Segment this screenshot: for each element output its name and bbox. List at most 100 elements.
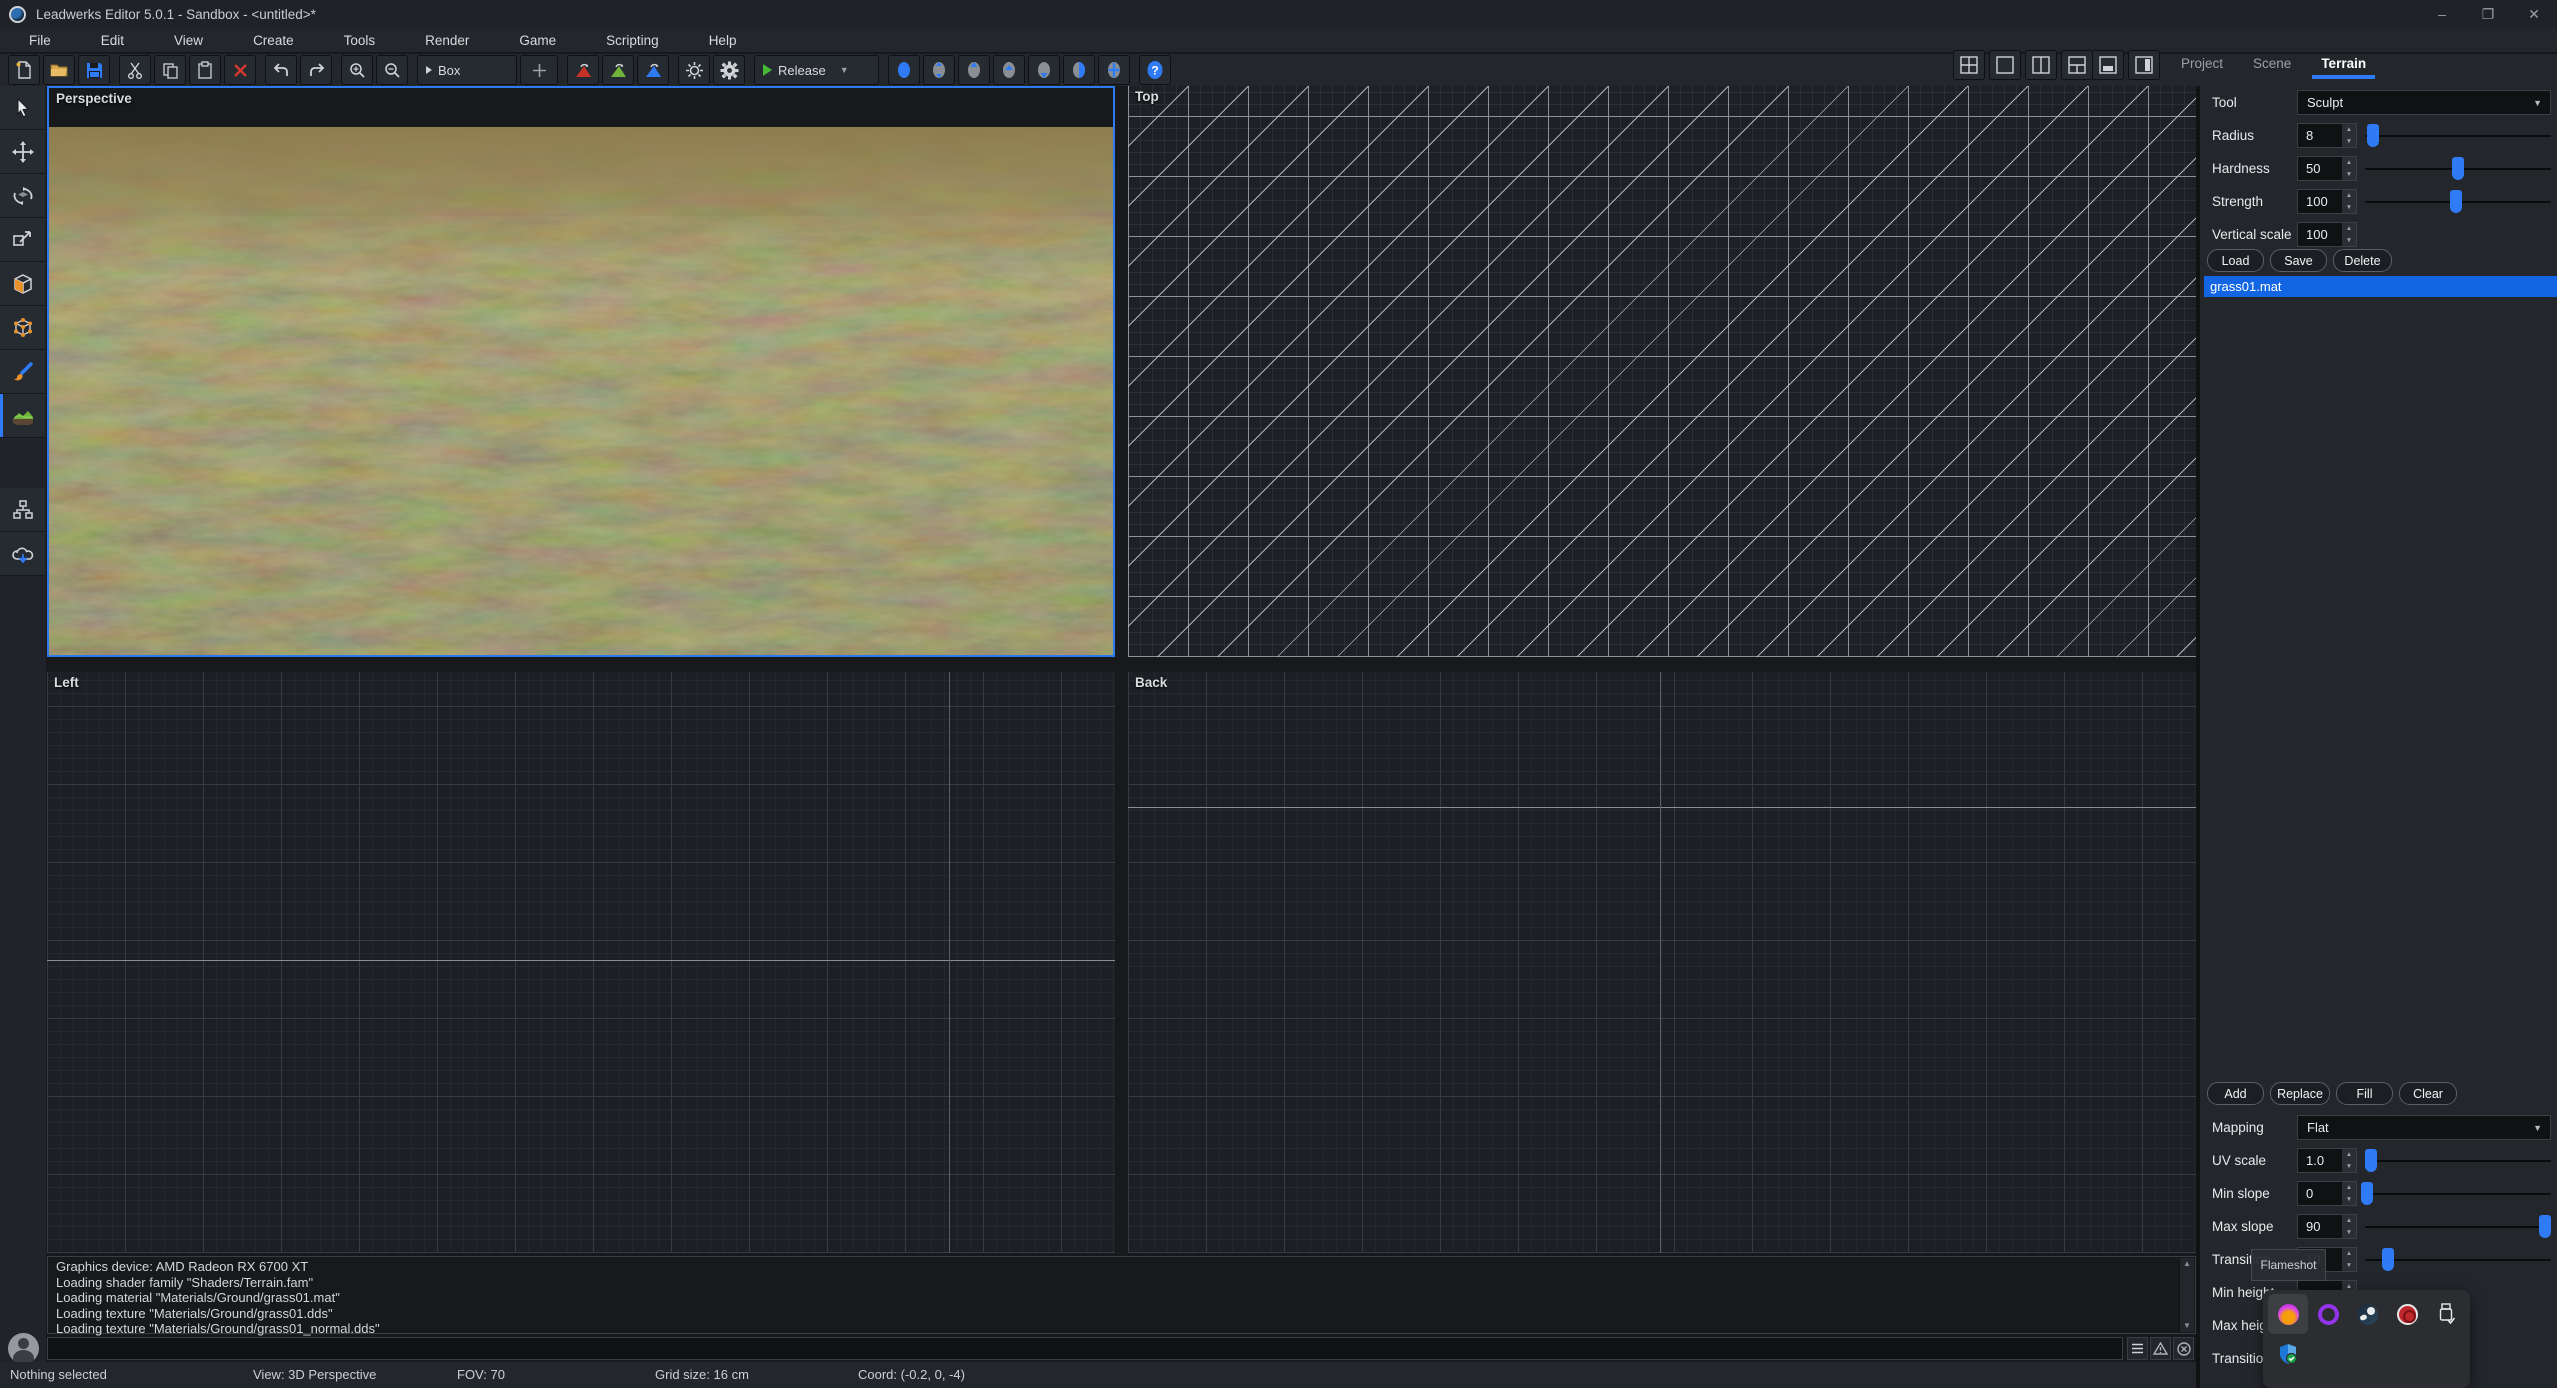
max-slope-spinner[interactable]: 90 ▲▼ (2297, 1214, 2357, 1239)
amd-tray-icon[interactable] (2387, 1294, 2427, 1334)
warnings-icon[interactable] (2150, 1337, 2171, 1360)
delete-button[interactable]: Delete (2333, 249, 2392, 272)
menu-edit[interactable]: Edit (76, 30, 149, 51)
layout-single-icon[interactable] (1989, 50, 2021, 80)
add-button[interactable]: Add (2207, 1082, 2264, 1105)
scroll-up-icon[interactable]: ▲ (2180, 1258, 2194, 1270)
purple-ring-tray-icon[interactable] (2308, 1294, 2348, 1334)
spinner-arrows[interactable]: ▲▼ (2342, 223, 2356, 246)
gizmo-sphere-up-icon[interactable] (958, 55, 990, 85)
gizmo-sphere-half-icon[interactable] (1063, 55, 1095, 85)
translate-gizmo-green-icon[interactable] (602, 55, 634, 85)
layout-quad-icon[interactable] (1953, 50, 1985, 80)
fill-button[interactable]: Fill (2336, 1082, 2393, 1105)
viewport-top[interactable]: Top (1128, 86, 2196, 657)
gizmo-sphere-updown-icon[interactable] (923, 55, 955, 85)
spinner-arrows[interactable]: ▲▼ (2342, 1149, 2356, 1172)
add-primitive-icon[interactable] (520, 55, 558, 85)
spinner-arrows[interactable]: ▲▼ (2342, 1182, 2356, 1205)
radius-spinner[interactable]: 8 ▲▼ (2297, 123, 2357, 148)
menu-file[interactable]: File (4, 30, 76, 51)
strength-spinner[interactable]: 100 ▲▼ (2297, 189, 2357, 214)
transition-slider[interactable] (2363, 1247, 2553, 1272)
viewport-perspective[interactable]: Perspective (47, 86, 1115, 657)
spinner-arrows[interactable]: ▲▼ (2342, 157, 2356, 180)
menu-view[interactable]: View (149, 30, 228, 51)
new-file-icon[interactable] (8, 55, 40, 85)
spinner-arrows[interactable]: ▲▼ (2342, 1215, 2356, 1238)
spinner-arrows[interactable]: ▲▼ (2342, 124, 2356, 147)
settings-gear-icon[interactable] (713, 55, 745, 85)
gizmo-sphere-icon[interactable] (888, 55, 920, 85)
min-slope-slider[interactable] (2363, 1181, 2553, 1206)
run-release-dropdown[interactable]: Release ▼ (754, 55, 879, 85)
steam-tray-icon[interactable] (2347, 1294, 2387, 1334)
scale-tool-icon[interactable] (0, 218, 45, 262)
cut-icon[interactable] (119, 55, 151, 85)
delete-icon[interactable] (224, 55, 256, 85)
max-slope-slider[interactable] (2363, 1214, 2553, 1239)
minimize-icon[interactable]: – (2419, 0, 2465, 28)
rotate-tool-icon[interactable] (0, 174, 45, 218)
menu-create[interactable]: Create (228, 30, 319, 51)
terrain-tool-icon[interactable] (0, 394, 45, 438)
restore-icon[interactable]: ❐ (2465, 0, 2511, 28)
mapping-dropdown[interactable]: Flat ▼ (2297, 1115, 2551, 1140)
undo-icon[interactable] (265, 55, 297, 85)
paste-icon[interactable] (189, 55, 221, 85)
viewport-back[interactable]: Back (1128, 672, 2196, 1253)
hierarchy-tool-icon[interactable] (0, 488, 45, 532)
vertical-scale-spinner[interactable]: 100 ▲▼ (2297, 222, 2357, 247)
open-file-icon[interactable] (43, 55, 75, 85)
console-log[interactable]: Graphics device: AMD Radeon RX 6700 XT L… (47, 1256, 2196, 1334)
slider-thumb[interactable] (2450, 190, 2462, 213)
menu-tools[interactable]: Tools (319, 30, 401, 51)
save-button[interactable]: Save (2270, 249, 2327, 272)
vertex-select-tool-icon[interactable] (0, 306, 45, 350)
console-scrollbar[interactable]: ▲ ▼ (2179, 1258, 2194, 1332)
slider-thumb[interactable] (2452, 157, 2464, 180)
layout-two-icon[interactable] (2025, 50, 2057, 80)
toggle-bottom-panel-icon[interactable] (2092, 50, 2124, 80)
layout-three-icon[interactable] (2061, 50, 2093, 80)
hardness-slider[interactable] (2363, 156, 2553, 181)
close-icon[interactable]: ✕ (2511, 0, 2557, 28)
radius-slider[interactable] (2363, 123, 2553, 148)
flameshot-tray-icon[interactable] (2268, 1294, 2308, 1334)
zoom-in-icon[interactable] (341, 55, 373, 85)
gizmo-sphere-top-icon[interactable] (993, 55, 1025, 85)
viewport-left[interactable]: Left (47, 672, 1115, 1253)
slider-thumb[interactable] (2365, 1149, 2377, 1172)
save-icon[interactable] (78, 55, 110, 85)
uv-scale-slider[interactable] (2363, 1148, 2553, 1173)
log-lines-icon[interactable] (2127, 1337, 2148, 1360)
tab-terrain[interactable]: Terrain (2306, 50, 2381, 77)
menu-game[interactable]: Game (494, 30, 581, 51)
user-avatar[interactable] (8, 1333, 39, 1364)
clear-button[interactable]: Clear (2399, 1082, 2457, 1105)
zoom-out-icon[interactable] (376, 55, 408, 85)
slider-thumb[interactable] (2367, 124, 2379, 147)
tab-project[interactable]: Project (2166, 50, 2238, 77)
material-list-item-selected[interactable]: grass01.mat (2204, 276, 2557, 297)
uv-scale-spinner[interactable]: 1.0 ▲▼ (2297, 1148, 2357, 1173)
primitive-box-dropdown[interactable]: Box (417, 55, 517, 85)
cloud-download-icon[interactable] (0, 532, 45, 576)
strength-slider[interactable] (2363, 189, 2553, 214)
replace-button[interactable]: Replace (2270, 1082, 2330, 1105)
gizmo-sphere-down-icon[interactable] (1028, 55, 1060, 85)
face-select-tool-icon[interactable] (0, 262, 45, 306)
load-button[interactable]: Load (2207, 249, 2264, 272)
console-command-input[interactable] (47, 1337, 2123, 1360)
paint-tool-icon[interactable] (0, 350, 45, 394)
spinner-arrows[interactable]: ▲▼ (2342, 1248, 2356, 1271)
errors-icon[interactable] (2173, 1337, 2194, 1360)
move-tool-icon[interactable] (0, 130, 45, 174)
slider-thumb[interactable] (2361, 1182, 2373, 1205)
toggle-right-panel-icon[interactable] (2128, 50, 2160, 80)
translate-gizmo-red-icon[interactable] (567, 55, 599, 85)
slider-thumb[interactable] (2539, 1215, 2551, 1238)
defender-tray-icon[interactable] (2268, 1334, 2308, 1374)
copy-icon[interactable] (154, 55, 186, 85)
menu-help[interactable]: Help (684, 30, 762, 51)
